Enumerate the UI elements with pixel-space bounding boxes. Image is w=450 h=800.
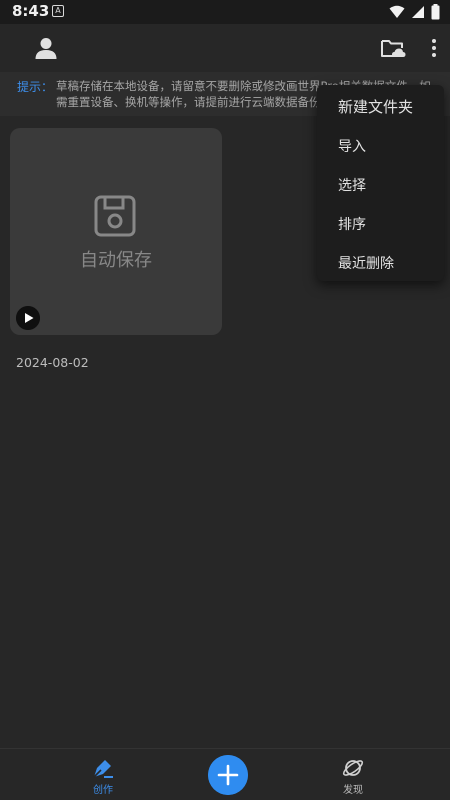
notification-icon: A <box>52 5 64 17</box>
cloud-folder-icon[interactable] <box>380 36 406 60</box>
menu-item-import[interactable]: 导入 <box>338 136 366 156</box>
nav-create-label: 创作 <box>93 785 113 796</box>
status-bar: 8:43 A <box>0 0 450 24</box>
pen-icon <box>93 760 113 778</box>
add-icon[interactable] <box>208 755 248 795</box>
avatar-icon[interactable] <box>34 36 58 60</box>
nav-discover-label: 发现 <box>343 785 363 796</box>
planet-icon <box>342 760 364 776</box>
save-icon <box>94 195 136 237</box>
nav-discover[interactable]: 发现 <box>330 757 376 800</box>
app-bar <box>0 24 450 70</box>
screen: 8:43 A 提示： 草稿存储在本地设备，请留意不要删除或修改画世界Pro相关数… <box>0 0 450 800</box>
battery-icon <box>431 4 440 20</box>
draft-title: 自动保存 <box>80 250 152 271</box>
draft-date: 2024-08-02 <box>16 355 89 370</box>
nav-create[interactable]: 创作 <box>80 757 126 800</box>
menu-item-select[interactable]: 选择 <box>338 175 366 195</box>
play-icon[interactable] <box>16 306 40 330</box>
draft-card[interactable]: 自动保存 <box>10 128 222 335</box>
signal-icon <box>412 6 424 18</box>
status-time: 8:43 <box>12 2 50 20</box>
bottom-nav: 创作 发现 <box>0 748 450 800</box>
status-icons <box>389 3 440 21</box>
overflow-menu: 新建文件夹 导入 选择 排序 最近删除 <box>317 85 444 281</box>
tip-label: 提示： <box>17 80 54 94</box>
more-vert-icon[interactable] <box>426 36 442 60</box>
menu-item-new-folder[interactable]: 新建文件夹 <box>338 96 413 117</box>
menu-item-recently-deleted[interactable]: 最近删除 <box>338 253 394 273</box>
wifi-icon <box>389 5 405 18</box>
menu-item-sort[interactable]: 排序 <box>338 214 366 234</box>
